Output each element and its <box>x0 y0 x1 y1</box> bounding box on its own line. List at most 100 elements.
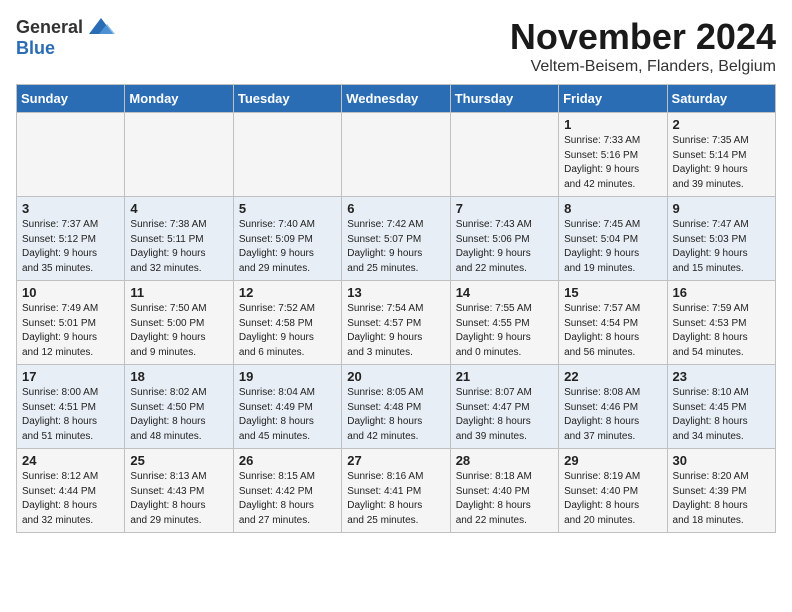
day-number: 6 <box>347 201 444 216</box>
day-info: Sunrise: 7:52 AM Sunset: 4:58 PM Dayligh… <box>239 302 336 360</box>
calendar-cell: 24 Sunrise: 8:12 AM Sunset: 4:44 PM Dayli… <box>17 449 125 533</box>
calendar-week-row: 3 Sunrise: 7:37 AM Sunset: 5:12 PM Daylig… <box>17 197 776 281</box>
location-title: Veltem-Beisem, Flanders, Belgium <box>510 58 776 76</box>
calendar-cell: 21Sunrise: 8:07 AM Sunset: 4:47 PM Dayli… <box>450 365 558 449</box>
day-number: 10 <box>22 285 119 300</box>
weekday-header: Monday <box>125 85 233 113</box>
day-number: 24 <box>22 453 119 468</box>
day-info: Sunrise: 8:07 AM Sunset: 4:47 PM Dayligh… <box>456 386 553 444</box>
day-number: 27 <box>347 453 444 468</box>
calendar-cell: 2 Sunrise: 7:35 AM Sunset: 5:14 PM Daylig… <box>667 113 775 197</box>
day-info: Sunrise: 8:02 AM Sunset: 4:50 PM Dayligh… <box>130 386 227 444</box>
day-info: Sunrise: 8:19 AM Sunset: 4:40 PM Dayligh… <box>564 470 661 528</box>
calendar-week-row: 24 Sunrise: 8:12 AM Sunset: 4:44 PM Dayli… <box>17 449 776 533</box>
calendar-cell <box>17 113 125 197</box>
calendar-cell: 26Sunrise: 8:15 AM Sunset: 4:42 PM Dayli… <box>233 449 341 533</box>
day-info: Sunrise: 8:13 AM Sunset: 4:43 PM Dayligh… <box>130 470 227 528</box>
calendar-table: SundayMondayTuesdayWednesdayThursdayFrid… <box>16 84 776 533</box>
day-info: Sunrise: 7:43 AM Sunset: 5:06 PM Dayligh… <box>456 218 553 276</box>
day-info: Sunrise: 7:37 AM Sunset: 5:12 PM Dayligh… <box>22 218 119 276</box>
day-info: Sunrise: 7:59 AM Sunset: 4:53 PM Dayligh… <box>673 302 770 360</box>
day-info: Sunrise: 7:47 AM Sunset: 5:03 PM Dayligh… <box>673 218 770 276</box>
day-number: 1 <box>564 117 661 132</box>
title-area: November 2024 Veltem-Beisem, Flanders, B… <box>510 16 776 76</box>
day-info: Sunrise: 8:18 AM Sunset: 4:40 PM Dayligh… <box>456 470 553 528</box>
header: General Blue November 2024 Veltem-Beisem… <box>16 16 776 76</box>
calendar-cell: 12Sunrise: 7:52 AM Sunset: 4:58 PM Dayli… <box>233 281 341 365</box>
calendar-cell: 4Sunrise: 7:38 AM Sunset: 5:11 PM Daylig… <box>125 197 233 281</box>
day-number: 29 <box>564 453 661 468</box>
calendar-cell: 3 Sunrise: 7:37 AM Sunset: 5:12 PM Daylig… <box>17 197 125 281</box>
calendar-cell: 30 Sunrise: 8:20 AM Sunset: 4:39 PM Dayli… <box>667 449 775 533</box>
day-number: 15 <box>564 285 661 300</box>
calendar-cell <box>450 113 558 197</box>
calendar-cell: 27 Sunrise: 8:16 AM Sunset: 4:41 PM Dayli… <box>342 449 450 533</box>
calendar-cell: 28 Sunrise: 8:18 AM Sunset: 4:40 PM Dayli… <box>450 449 558 533</box>
day-number: 25 <box>130 453 227 468</box>
day-number: 5 <box>239 201 336 216</box>
day-number: 13 <box>347 285 444 300</box>
logo-general-text: General <box>16 17 83 38</box>
day-number: 28 <box>456 453 553 468</box>
calendar-cell: 18 Sunrise: 8:02 AM Sunset: 4:50 PM Dayli… <box>125 365 233 449</box>
calendar-cell: 29 Sunrise: 8:19 AM Sunset: 4:40 PM Dayli… <box>559 449 667 533</box>
calendar-cell: 5 Sunrise: 7:40 AM Sunset: 5:09 PM Daylig… <box>233 197 341 281</box>
day-info: Sunrise: 7:35 AM Sunset: 5:14 PM Dayligh… <box>673 134 770 192</box>
day-info: Sunrise: 7:54 AM Sunset: 4:57 PM Dayligh… <box>347 302 444 360</box>
day-number: 17 <box>22 369 119 384</box>
calendar-week-row: 17 Sunrise: 8:00 AM Sunset: 4:51 PM Dayli… <box>17 365 776 449</box>
day-number: 19 <box>239 369 336 384</box>
calendar-cell: 20Sunrise: 8:05 AM Sunset: 4:48 PM Dayli… <box>342 365 450 449</box>
weekday-header: Thursday <box>450 85 558 113</box>
weekday-header: Friday <box>559 85 667 113</box>
day-number: 26 <box>239 453 336 468</box>
calendar-cell <box>233 113 341 197</box>
day-info: Sunrise: 8:12 AM Sunset: 4:44 PM Dayligh… <box>22 470 119 528</box>
logo-icon <box>87 16 115 38</box>
day-info: Sunrise: 8:16 AM Sunset: 4:41 PM Dayligh… <box>347 470 444 528</box>
calendar-cell: 22 Sunrise: 8:08 AM Sunset: 4:46 PM Dayli… <box>559 365 667 449</box>
day-number: 14 <box>456 285 553 300</box>
logo: General Blue <box>16 16 115 59</box>
calendar-cell <box>342 113 450 197</box>
day-number: 18 <box>130 369 227 384</box>
day-info: Sunrise: 8:00 AM Sunset: 4:51 PM Dayligh… <box>22 386 119 444</box>
calendar-cell: 15Sunrise: 7:57 AM Sunset: 4:54 PM Dayli… <box>559 281 667 365</box>
day-info: Sunrise: 7:55 AM Sunset: 4:55 PM Dayligh… <box>456 302 553 360</box>
day-number: 22 <box>564 369 661 384</box>
day-number: 2 <box>673 117 770 132</box>
calendar-cell: 17 Sunrise: 8:00 AM Sunset: 4:51 PM Dayli… <box>17 365 125 449</box>
day-info: Sunrise: 8:05 AM Sunset: 4:48 PM Dayligh… <box>347 386 444 444</box>
calendar-cell: 19 Sunrise: 8:04 AM Sunset: 4:49 PM Dayli… <box>233 365 341 449</box>
calendar-cell: 14 Sunrise: 7:55 AM Sunset: 4:55 PM Dayli… <box>450 281 558 365</box>
day-number: 3 <box>22 201 119 216</box>
day-number: 9 <box>673 201 770 216</box>
logo-blue-text: Blue <box>16 38 55 59</box>
day-number: 30 <box>673 453 770 468</box>
calendar-cell: 1Sunrise: 7:33 AM Sunset: 5:16 PM Daylig… <box>559 113 667 197</box>
month-title: November 2024 <box>510 16 776 58</box>
calendar-cell: 16 Sunrise: 7:59 AM Sunset: 4:53 PM Dayli… <box>667 281 775 365</box>
day-info: Sunrise: 8:20 AM Sunset: 4:39 PM Dayligh… <box>673 470 770 528</box>
day-info: Sunrise: 7:50 AM Sunset: 5:00 PM Dayligh… <box>130 302 227 360</box>
calendar-week-row: 1Sunrise: 7:33 AM Sunset: 5:16 PM Daylig… <box>17 113 776 197</box>
day-number: 16 <box>673 285 770 300</box>
day-number: 23 <box>673 369 770 384</box>
calendar-cell <box>125 113 233 197</box>
weekday-header: Wednesday <box>342 85 450 113</box>
calendar-cell: 25 Sunrise: 8:13 AM Sunset: 4:43 PM Dayli… <box>125 449 233 533</box>
day-info: Sunrise: 8:04 AM Sunset: 4:49 PM Dayligh… <box>239 386 336 444</box>
day-info: Sunrise: 8:10 AM Sunset: 4:45 PM Dayligh… <box>673 386 770 444</box>
day-info: Sunrise: 7:40 AM Sunset: 5:09 PM Dayligh… <box>239 218 336 276</box>
weekday-header: Saturday <box>667 85 775 113</box>
weekday-header: Sunday <box>17 85 125 113</box>
calendar-cell: 8Sunrise: 7:45 AM Sunset: 5:04 PM Daylig… <box>559 197 667 281</box>
calendar-cell: 10 Sunrise: 7:49 AM Sunset: 5:01 PM Dayli… <box>17 281 125 365</box>
day-number: 11 <box>130 285 227 300</box>
calendar-cell: 9 Sunrise: 7:47 AM Sunset: 5:03 PM Daylig… <box>667 197 775 281</box>
day-info: Sunrise: 8:08 AM Sunset: 4:46 PM Dayligh… <box>564 386 661 444</box>
calendar-header-row: SundayMondayTuesdayWednesdayThursdayFrid… <box>17 85 776 113</box>
day-info: Sunrise: 7:38 AM Sunset: 5:11 PM Dayligh… <box>130 218 227 276</box>
day-info: Sunrise: 7:49 AM Sunset: 5:01 PM Dayligh… <box>22 302 119 360</box>
day-info: Sunrise: 7:45 AM Sunset: 5:04 PM Dayligh… <box>564 218 661 276</box>
